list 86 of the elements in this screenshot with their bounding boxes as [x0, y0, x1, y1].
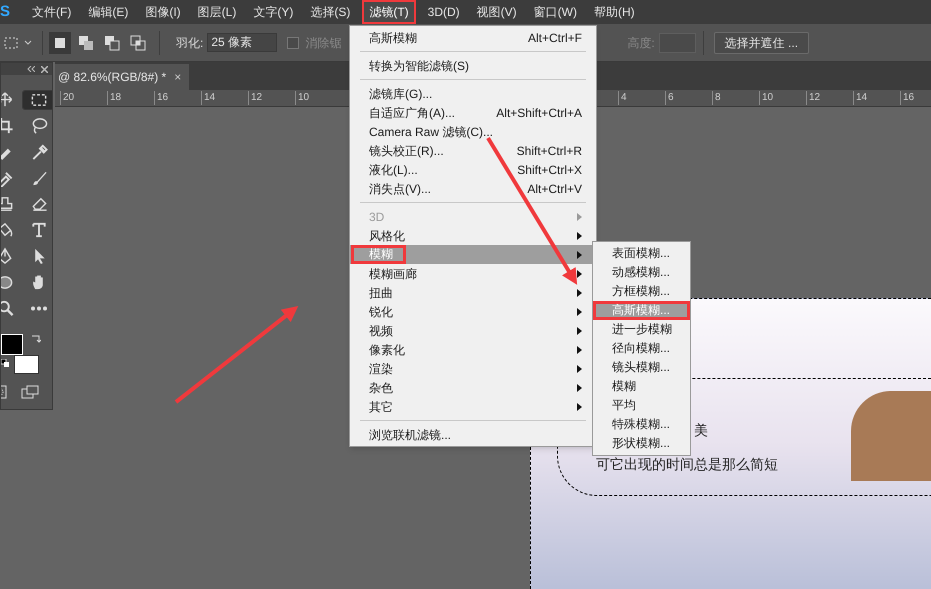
swap-colors-icon[interactable]	[31, 333, 41, 343]
menu-item[interactable]: 窗口(W)	[528, 0, 582, 24]
menu-item[interactable]: 视频	[350, 321, 596, 340]
submenu-item[interactable]: 动感模糊...	[593, 263, 690, 282]
ruler-label: 12	[248, 91, 295, 105]
submenu-item[interactable]: 表面模糊...	[593, 244, 690, 263]
ruler-label: 4	[618, 91, 665, 105]
more-icon	[30, 306, 48, 310]
background-color-swatch[interactable]	[14, 355, 39, 374]
canvas-text: 美	[694, 421, 708, 440]
canvas-text: 可它出现的时间总是那么简短	[596, 455, 778, 474]
menu-item[interactable]: 模糊画廊	[350, 264, 596, 283]
ruler-label: 8	[712, 91, 759, 105]
submenu-item[interactable]: 形状模糊...	[593, 434, 690, 453]
menu-item[interactable]: 图层(L)	[192, 0, 242, 24]
ruler-label: 6	[665, 91, 712, 105]
ruler-label: 10	[295, 91, 342, 105]
pen-icon	[1, 247, 14, 265]
ruler-label: 12	[806, 91, 853, 105]
submenu-item[interactable]: 方框模糊...	[593, 282, 690, 301]
menu-item[interactable]: 帮助(H)	[588, 0, 640, 24]
default-colors-icon[interactable]	[1, 359, 9, 367]
menu-item: 3D	[350, 207, 596, 226]
marquee-tool-icon[interactable]	[4, 36, 18, 48]
stamp-icon	[1, 195, 14, 213]
menu-item[interactable]: 浏览联机滤镜...	[350, 425, 596, 444]
new-selection-icon[interactable]	[49, 32, 71, 54]
menu-item[interactable]: 锐化	[350, 302, 596, 321]
menu-item[interactable]: 杂色	[350, 378, 596, 397]
menu-item[interactable]: 视图(V)	[472, 0, 522, 24]
select-and-mask-button[interactable]: 选择并遮住 ...	[714, 32, 810, 54]
feather-label: 羽化:	[176, 34, 204, 52]
ruler-label: 16	[154, 91, 201, 105]
bucket-icon	[1, 221, 14, 239]
menu-item[interactable]: 液化(L)... Shift+Ctrl+X	[350, 160, 596, 179]
tool-button[interactable]	[23, 91, 52, 109]
menu-item[interactable]: 文字(Y)	[248, 0, 298, 24]
menu-item[interactable]: 扭曲	[350, 283, 596, 302]
menu-item[interactable]: 图像(I)	[140, 0, 186, 24]
feather-field[interactable]: 25 像素	[207, 33, 278, 52]
move-icon	[1, 91, 14, 109]
menu-item[interactable]: 转换为智能滤镜(S)	[350, 56, 596, 75]
app-logo: S	[0, 2, 12, 22]
antialias-checkbox[interactable]	[287, 36, 300, 48]
menu-item[interactable]: 文件(F)	[27, 0, 76, 24]
foreground-color-swatch[interactable]	[1, 334, 23, 355]
marquee-icon	[30, 91, 48, 109]
menu-item[interactable]: 滤镜(T)	[362, 0, 416, 24]
submenu-item[interactable]: 径向模糊...	[593, 339, 690, 358]
zoom-icon	[1, 299, 14, 317]
menu-item[interactable]: 风格化	[350, 226, 596, 245]
submenu-item[interactable]: 进一步模糊	[593, 320, 690, 339]
submenu-item[interactable]: 镜头模糊...	[593, 358, 690, 377]
caret-icon[interactable]	[24, 40, 32, 46]
menu-item[interactable]: 高斯模糊 Alt+Ctrl+F	[350, 28, 596, 47]
menu-item[interactable]: 渲染	[350, 359, 596, 378]
submenu-item[interactable]: 特殊模糊...	[593, 415, 690, 434]
menu-item[interactable]: 选择(S)	[305, 0, 356, 24]
screen-mode-icon[interactable]	[21, 385, 39, 399]
menu-item[interactable]: 编辑(E)	[83, 0, 134, 24]
menu-item[interactable]: 滤镜库(G)...	[350, 84, 596, 103]
close-icon[interactable]: ×	[174, 68, 182, 86]
ruler-label: 14	[201, 91, 248, 105]
document-tab-title: @ 82.6%(RGB/8#) *	[58, 69, 166, 86]
menu-item[interactable]: 镜头校正(R)... Shift+Ctrl+R	[350, 141, 596, 160]
collapse-icon[interactable]	[27, 66, 35, 72]
menu-item[interactable]: 消失点(V)... Alt+Ctrl+V	[350, 179, 596, 198]
close-icon[interactable]	[41, 66, 48, 72]
menu-item[interactable]: 3D(D)	[422, 0, 465, 24]
eyedropper-icon	[30, 143, 48, 161]
ruler-label: 18	[107, 91, 154, 105]
menu-item[interactable]: Camera Raw 滤镜(C)...	[350, 122, 596, 141]
submenu-item[interactable]: 模糊	[593, 377, 690, 396]
document-tab[interactable]: @ 82.6%(RGB/8#) * ×	[55, 64, 190, 90]
menu-item[interactable]: 其它	[350, 397, 596, 416]
menu-item[interactable]: 像素化	[350, 340, 596, 359]
ruler-label: 16	[900, 91, 931, 105]
ruler-label: 20	[60, 91, 107, 105]
ruler-label: 10	[759, 91, 806, 105]
ruler-label: 14	[853, 91, 900, 105]
crop-icon	[1, 117, 14, 135]
submenu-item[interactable]: 平均	[593, 396, 690, 415]
lasso-icon	[30, 117, 48, 135]
menu-item[interactable]: 自适应广角(A)... Alt+Shift+Ctrl+A	[350, 103, 596, 122]
eraser-icon	[30, 195, 48, 213]
type-icon	[30, 221, 48, 239]
